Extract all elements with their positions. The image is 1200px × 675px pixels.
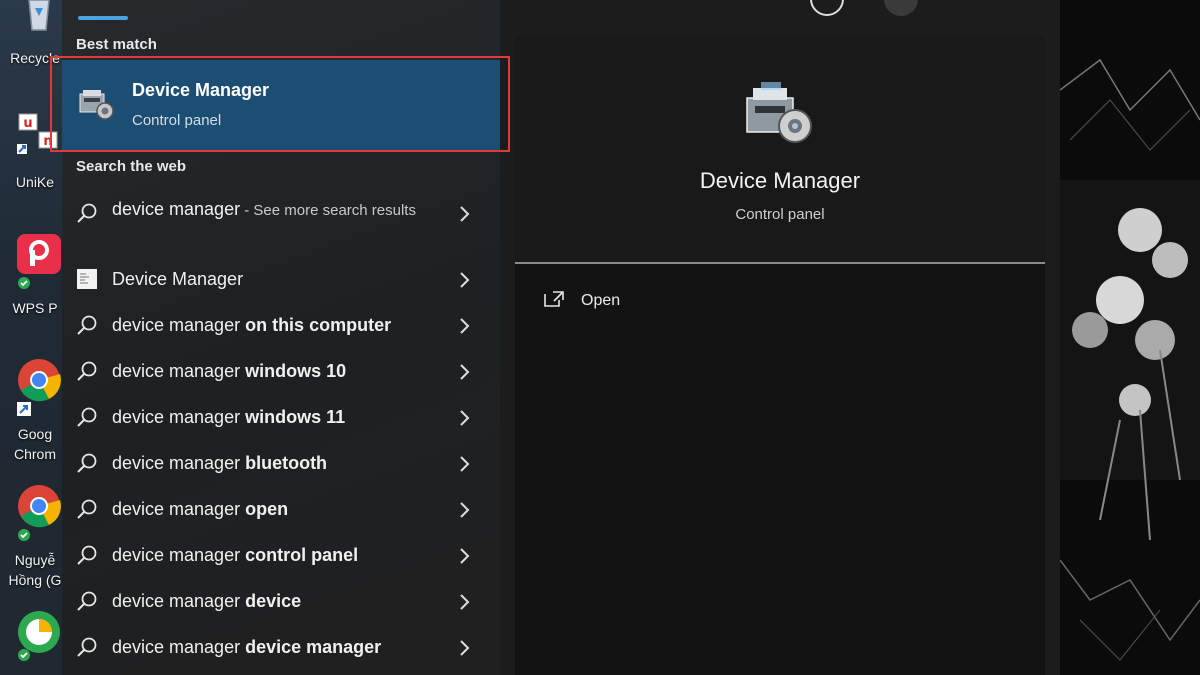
search-icon [77, 545, 97, 565]
web-result-text: device manager on this computer [112, 315, 392, 335]
chevron-right-icon [460, 640, 470, 656]
device-manager-large-icon [746, 82, 812, 143]
chevron-right-icon [460, 410, 470, 426]
web-result-text: device manager windows 10 [112, 361, 347, 381]
chevron-right-icon [460, 502, 470, 518]
search-icon [77, 203, 97, 223]
desktop-icon-label: WPS P [12, 300, 58, 316]
sync-check-icon [18, 649, 30, 661]
search-icon [77, 453, 97, 473]
desktop-icon-label: Goog [17, 426, 53, 442]
desktop-icon-label: Nguyễ [14, 552, 56, 568]
desktop-icon-label: Chrom [13, 446, 56, 462]
search-icon [77, 361, 97, 381]
web-result-text: device manager control panel [112, 545, 359, 565]
open-button[interactable]: Open [543, 288, 663, 316]
sync-check-icon [18, 529, 30, 541]
preview-pane: Device Manager Control panel Open [515, 36, 1045, 675]
chrome-profile-icon [18, 485, 61, 528]
sync-check-icon [18, 277, 30, 289]
preview-divider [515, 262, 1045, 264]
svg-text:u: u [23, 116, 32, 131]
web-result-text: device manager - See more search results [112, 199, 416, 219]
search-icon [77, 591, 97, 611]
web-result-item[interactable]: device manager - See more search results [62, 192, 500, 252]
preview-subtitle: Control panel [735, 206, 825, 223]
chrome-icon [18, 359, 61, 402]
web-result-text: device manager open [112, 499, 289, 519]
chevron-right-icon [460, 206, 470, 222]
web-result-item[interactable]: device manager device [62, 580, 500, 626]
start-search-panel: Best match Device Manager Control panel … [50, 0, 1060, 675]
search-icon [77, 637, 97, 657]
wps-icon [17, 234, 61, 274]
best-match-title: Device Manager [132, 80, 270, 100]
chevron-right-icon [460, 272, 470, 288]
results-pane: Best match Device Manager Control panel … [50, 0, 510, 675]
preview-header: Device Manager Control panel [515, 36, 1045, 262]
chevron-right-icon [460, 548, 470, 564]
search-icon [77, 407, 97, 427]
search-icon [77, 315, 97, 335]
web-result-item[interactable]: device manager control panel [62, 534, 500, 580]
chevron-right-icon [460, 456, 470, 472]
web-result-item[interactable]: device manager windows 10 [62, 350, 500, 396]
web-result-text: device manager bluetooth [112, 453, 328, 473]
web-result-text: Device Manager [112, 269, 244, 289]
app-document-icon [77, 269, 97, 289]
best-match-result[interactable]: Device Manager Control panel [50, 56, 510, 152]
open-external-icon [544, 291, 564, 307]
web-result-item[interactable]: device manager device manager [62, 626, 500, 672]
desktop-icon-label: UniKe [15, 174, 55, 190]
active-tab-indicator [78, 16, 128, 20]
web-result-text: device manager device [112, 591, 302, 611]
web-result-text: device manager device manager [112, 637, 382, 657]
top-circle-button[interactable] [884, 0, 918, 16]
search-web-header: Search the web [76, 158, 187, 175]
top-circle-button[interactable] [810, 0, 844, 16]
shortcut-arrow-icon [17, 402, 31, 416]
device-manager-icon [79, 90, 114, 120]
web-result-item[interactable]: device manager open [62, 488, 500, 534]
wallpaper-roses-image [1060, 0, 1200, 675]
highlight-frame [50, 56, 510, 152]
desktop-wallpaper [1060, 0, 1200, 675]
best-match-subtitle: Control panel [132, 112, 222, 129]
chevron-right-icon [460, 318, 470, 334]
web-result-item[interactable]: Device Manager [62, 258, 500, 304]
best-match-header: Best match [76, 36, 157, 53]
web-result-item[interactable]: device manager bluetooth [62, 442, 500, 488]
recycle-bin-icon [28, 0, 50, 31]
web-result-item[interactable]: device manager on this computer [62, 304, 500, 350]
chevron-right-icon [460, 364, 470, 380]
chevron-right-icon [460, 594, 470, 610]
web-result-text: device manager windows 11 [112, 407, 346, 427]
search-icon [77, 499, 97, 519]
preview-title: Device Manager [699, 168, 861, 193]
open-label: Open [581, 292, 621, 309]
desktop-icon-label: Hồng (G [8, 572, 62, 588]
web-result-item[interactable]: device manager windows 11 [62, 396, 500, 442]
